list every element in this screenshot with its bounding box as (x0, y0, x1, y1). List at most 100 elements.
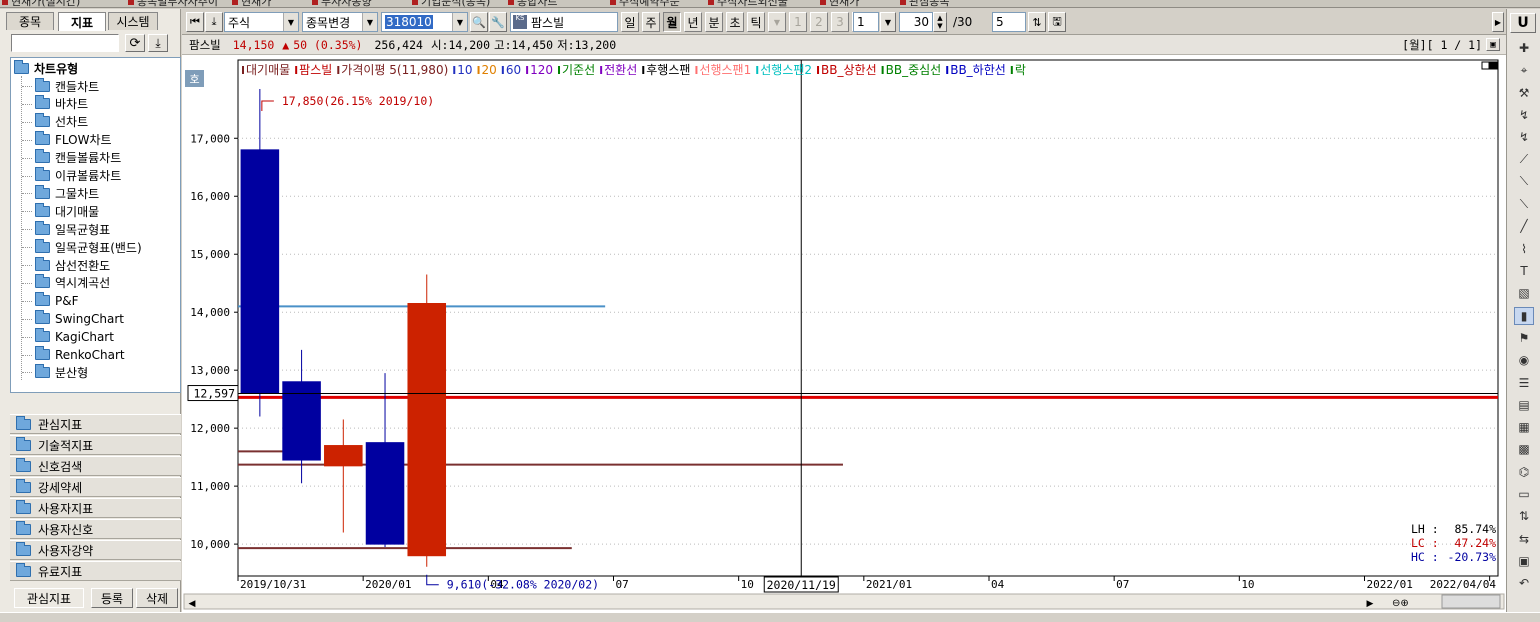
window-tab[interactable]: 기업분석(종목) (412, 0, 490, 7)
window-tab[interactable]: 주식예약주문 (610, 0, 680, 7)
refresh-button[interactable]: ⟳ (125, 34, 145, 52)
tree-item[interactable]: 이큐볼륨차트 (35, 167, 121, 185)
tree-item[interactable]: 캔들차트 (35, 77, 99, 95)
download-button[interactable]: ⤓ (205, 12, 223, 32)
line-tool-button[interactable]: ╱ (1514, 217, 1534, 235)
swap-tool-button[interactable]: ⇆ (1514, 530, 1534, 548)
period-button[interactable]: 주 (642, 12, 660, 32)
category-6[interactable]: 사용자신호 (10, 519, 181, 539)
period-button[interactable]: 분 (705, 12, 723, 32)
user-button[interactable]: U (1510, 13, 1536, 33)
interval-select[interactable]: 1 (853, 12, 879, 32)
window-tab[interactable]: 현재가 (820, 0, 859, 7)
interval-dropdown-button[interactable]: ▼ (880, 12, 896, 32)
tool-tool-button[interactable]: ✚ (1514, 39, 1534, 57)
register-button[interactable]: 등록 (91, 588, 133, 608)
tree-item[interactable]: 삼선전환도 (35, 256, 110, 274)
interval-number-button[interactable]: 2 (810, 12, 828, 32)
document-tool-button[interactable]: ▤ (1514, 396, 1534, 414)
interval-number-button[interactable]: 3 (831, 12, 849, 32)
text-tool-button[interactable]: T (1514, 262, 1534, 280)
tree-item[interactable]: 그물차트 (35, 184, 99, 202)
tree-item[interactable]: SwingChart (35, 310, 124, 328)
tree-item[interactable]: 일목균형표 (35, 220, 110, 238)
settings-button[interactable]: 🔧 (489, 12, 507, 32)
interval-number-button[interactable]: 1 (789, 12, 807, 32)
tab-system[interactable]: 시스템 (108, 12, 158, 30)
stock-code-input[interactable]: 318010 ▼ (381, 12, 468, 32)
favorites-indicator-button[interactable]: 관심지표 (14, 588, 84, 608)
window-tab[interactable]: 종합차트 (508, 0, 557, 7)
tree-item[interactable]: 바차트 (35, 95, 88, 113)
period-button[interactable]: 틱 (747, 12, 765, 32)
category-2[interactable]: 기술적지표 (10, 435, 181, 455)
delete-button[interactable]: 삭제 (136, 588, 178, 608)
search-input[interactable] (11, 34, 119, 52)
expand-button[interactable]: ▶ (1492, 12, 1504, 32)
period-button[interactable]: 월 (663, 12, 681, 32)
tree-item[interactable]: 선차트 (35, 113, 88, 131)
tree-item[interactable]: 대기매물 (35, 202, 99, 220)
tree-item[interactable]: KagiChart (35, 328, 114, 346)
tree-item[interactable]: 역시계곡선 (35, 274, 110, 292)
magic-tool-button[interactable]: ⚒ (1514, 84, 1534, 102)
extra-input[interactable]: 5 (992, 12, 1026, 32)
category-7[interactable]: 사용자강약 (10, 540, 181, 560)
trade-tool-button[interactable]: ↯ (1514, 128, 1534, 146)
category-4[interactable]: 강세약세 (10, 477, 181, 497)
market-select[interactable]: 주식 ▼ (224, 12, 299, 32)
price-chart[interactable]: 10,000 11,000 12,000 13,000 14,000 15,000 16,0… (182, 55, 1506, 612)
list-tool-button[interactable]: ☰ (1514, 374, 1534, 392)
export-tool-button[interactable]: ▣ (1514, 552, 1534, 570)
period-button[interactable]: 년 (684, 12, 702, 32)
tree-item[interactable]: 캔들볼륨차트 (35, 149, 121, 167)
window-tab[interactable]: 주식차트외선물 (708, 0, 788, 7)
category-8[interactable]: 유료지표 (10, 561, 181, 581)
window-tab[interactable]: 투자자동향 (312, 0, 372, 7)
tick-period-dropdown[interactable]: ▼ (768, 12, 786, 32)
tree-item[interactable]: RenkoChart (35, 346, 125, 364)
tree-item[interactable]: 일목균형표(밴드) (35, 238, 142, 256)
tree-item[interactable]: P&F (35, 292, 79, 310)
download-button[interactable]: ⤓ (148, 34, 168, 52)
pattern-tool-button[interactable]: ⌬ (1514, 463, 1534, 481)
undo-tool-button[interactable]: ↶ (1514, 574, 1534, 592)
candle-tool-button[interactable]: ▮ (1514, 306, 1534, 325)
window-tab[interactable]: 현재가 (232, 0, 271, 7)
count-input[interactable]: 30 (899, 12, 933, 32)
save-button[interactable]: 🖫 (1048, 12, 1066, 32)
cursor-tool-button[interactable]: ⌖ (1514, 61, 1534, 79)
sort-tool-button[interactable]: ⇅ (1514, 507, 1534, 525)
window-tool-button[interactable]: ▭ (1514, 485, 1534, 503)
first-button[interactable]: ⏮ (186, 12, 204, 32)
price-tool-button[interactable]: ↯ (1514, 106, 1534, 124)
fib-tool-button[interactable]: ⟍ (1514, 173, 1534, 191)
window-tab[interactable]: 현재가(실시간) (2, 0, 80, 7)
sort-button[interactable]: ⇅ (1028, 12, 1046, 32)
tree-item[interactable]: 분산형 (35, 363, 88, 381)
category-5[interactable]: 사용자지표 (10, 498, 181, 518)
grid-tool-button[interactable]: ▩ (1514, 440, 1534, 458)
search-button[interactable]: 🔍 (470, 12, 488, 32)
maximize-button[interactable]: ▣ (1486, 38, 1500, 51)
chart-area[interactable]: 10,000 11,000 12,000 13,000 14,000 15,000 16,0… (182, 55, 1506, 612)
count-spinner[interactable]: ▲ ▼ (933, 12, 947, 32)
channel-tool-button[interactable]: ⟍ (1514, 195, 1534, 213)
trendline-tool-button[interactable]: ⟋ (1514, 151, 1534, 169)
window-tab[interactable]: 관심종목 (900, 0, 949, 7)
tab-item[interactable]: 종목 (6, 12, 54, 30)
tree-root[interactable]: 차트유형 (14, 59, 78, 77)
fill-tool-button[interactable]: ▧ (1514, 284, 1534, 302)
period-button[interactable]: 일 (621, 12, 639, 32)
category-3[interactable]: 신호검색 (10, 456, 181, 476)
tab-indicator[interactable]: 지표 (58, 12, 106, 31)
window-tab[interactable]: 종목별투자자추이 (128, 0, 218, 7)
period-button[interactable]: 초 (726, 12, 744, 32)
category-1[interactable]: 관심지표 (10, 414, 181, 434)
change-stock-select[interactable]: 종목변경 ▼ (302, 12, 378, 32)
flag-tool-button[interactable]: ⚑ (1514, 329, 1534, 347)
tree-item[interactable]: FLOW차트 (35, 131, 112, 149)
zoom-doc-tool-button[interactable]: ▦ (1514, 418, 1534, 436)
wave-tool-button[interactable]: ⌇ (1514, 240, 1534, 258)
magnify-tool-button[interactable]: ◉ (1514, 351, 1534, 369)
